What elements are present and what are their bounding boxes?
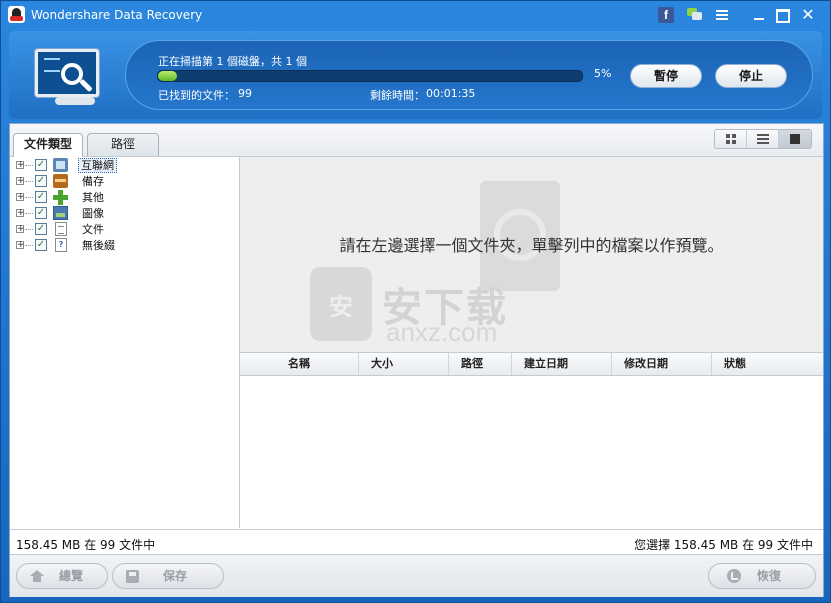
tree-item-label[interactable]: 其他: [80, 191, 106, 204]
pause-button[interactable]: 暫停: [630, 64, 702, 88]
app-window: Wondershare Data Recovery f ✕ 正在掃描第 1 個磁…: [0, 0, 831, 603]
checkbox[interactable]: ✓: [35, 207, 47, 219]
column-name[interactable]: 名稱: [240, 353, 359, 375]
column-size[interactable]: 大小: [359, 353, 449, 375]
home-icon: [30, 570, 44, 582]
expand-icon[interactable]: +: [16, 177, 25, 186]
tree-item-label[interactable]: 備存: [80, 175, 106, 188]
unknown-file-icon: ?: [55, 238, 67, 252]
stop-button[interactable]: 停止: [715, 64, 787, 88]
save-disk-icon: [126, 570, 139, 583]
progress-percent: 5%: [594, 67, 612, 80]
status-bar: 158.45 MB 在 99 文件中 您選擇 158.45 MB 在 99 文件…: [10, 529, 823, 554]
chat-icon[interactable]: [687, 7, 703, 23]
grid-view-button[interactable]: [715, 130, 747, 148]
status-selected: 您選擇 158.45 MB 在 99 文件中: [634, 538, 813, 552]
internet-icon: [53, 158, 68, 172]
checkbox[interactable]: ✓: [35, 191, 47, 203]
tree-item-other[interactable]: + ✓ 其他: [10, 190, 238, 206]
save-button[interactable]: 保存: [112, 563, 224, 589]
tree-item-no-extension[interactable]: + ✓ ? 無後綴: [10, 238, 238, 254]
tab-bar: 文件類型 路徑: [10, 124, 823, 157]
minimize-icon[interactable]: [751, 7, 767, 23]
title-bar: Wondershare Data Recovery f ✕: [1, 1, 830, 29]
tree-item-internet[interactable]: + ✓ 互聯網: [10, 158, 238, 174]
monitor-stand: [55, 97, 95, 105]
view-mode-group: [714, 129, 812, 149]
expand-icon[interactable]: +: [16, 225, 25, 234]
column-path[interactable]: 路徑: [449, 353, 512, 375]
checkbox[interactable]: ✓: [35, 175, 47, 187]
expand-icon[interactable]: +: [16, 161, 25, 170]
image-icon: [53, 206, 68, 220]
found-count: 99: [238, 87, 252, 100]
found-label: 已找到的文件：: [158, 89, 235, 102]
overview-button[interactable]: 總覽: [16, 563, 108, 589]
overview-label: 總覽: [59, 569, 84, 583]
scan-header: 正在掃描第 1 個磁盤，共 1 個 5% 已找到的文件： 99 剩餘時間： 00…: [9, 31, 822, 119]
checkbox[interactable]: ✓: [35, 239, 47, 251]
window-title: Wondershare Data Recovery: [31, 8, 203, 22]
scan-status: 正在掃描第 1 個磁盤，共 1 個: [158, 55, 307, 68]
watermark-logo: [310, 267, 372, 341]
main-content: 文件類型 路徑 + ✓ 互聯網 + ✓ 備存 + ✓ 其他 + ✓ 圖像 + ✓…: [9, 123, 824, 597]
file-table-header: 名稱 大小 路徑 建立日期 修改日期 狀態: [240, 353, 823, 376]
close-icon[interactable]: ✕: [800, 7, 816, 23]
list-view-icon: [757, 134, 769, 144]
expand-icon[interactable]: +: [16, 209, 25, 218]
column-modified[interactable]: 修改日期: [612, 353, 712, 375]
tab-paths[interactable]: 路徑: [87, 133, 159, 156]
progress-fill: [158, 71, 178, 81]
grid-view-icon: [726, 134, 736, 144]
expand-icon[interactable]: +: [16, 241, 25, 250]
recover-icon: [727, 569, 741, 583]
column-created[interactable]: 建立日期: [512, 353, 612, 375]
scan-panel: 正在掃描第 1 個磁盤，共 1 個 5% 已找到的文件： 99 剩餘時間： 00…: [125, 40, 813, 110]
recover-label: 恢復: [757, 569, 782, 583]
maximize-icon[interactable]: [774, 7, 790, 23]
preview-message: 請在左邊選擇一個文件夾，單擊列中的檔案以作預覽。: [339, 236, 724, 255]
preview-pane: 安下载 anxz.com 請在左邊選擇一個文件夾，單擊列中的檔案以作預覽。: [240, 157, 823, 353]
tree-item-label[interactable]: 互聯網: [78, 158, 117, 173]
tree-item-label[interactable]: 圖像: [80, 207, 106, 220]
document-icon: [55, 222, 67, 236]
tree-item-label[interactable]: 無後綴: [80, 239, 117, 252]
remaining-label: 剩餘時間：: [370, 89, 425, 102]
tree-item-archive[interactable]: + ✓ 備存: [10, 174, 238, 190]
tree-item-label[interactable]: 文件: [80, 223, 106, 236]
detail-view-button[interactable]: [779, 130, 811, 148]
checkbox[interactable]: ✓: [35, 223, 47, 235]
save-label: 保存: [163, 569, 188, 583]
facebook-icon[interactable]: f: [658, 7, 674, 23]
progress-bar: [157, 70, 583, 82]
list-view-button[interactable]: [747, 130, 779, 148]
archive-icon: [53, 174, 68, 188]
tree-item-image[interactable]: + ✓ 圖像: [10, 206, 238, 222]
watermark-subtext: anxz.com: [386, 317, 498, 347]
menu-icon[interactable]: [715, 7, 731, 23]
file-type-tree: + ✓ 互聯網 + ✓ 備存 + ✓ 其他 + ✓ 圖像 + ✓ 文件 + ✓ …: [10, 157, 240, 528]
tab-file-types[interactable]: 文件類型: [13, 133, 83, 157]
remaining-time: 00:01:35: [426, 87, 476, 100]
column-status[interactable]: 狀態: [712, 353, 823, 375]
detail-view-icon: [790, 134, 800, 144]
app-icon: [8, 6, 25, 23]
checkbox[interactable]: ✓: [35, 159, 47, 171]
recover-button[interactable]: 恢復: [708, 563, 816, 589]
puzzle-icon: [53, 190, 68, 205]
bottom-toolbar: 總覽 保存 恢復: [10, 554, 823, 597]
tree-item-document[interactable]: + ✓ 文件: [10, 222, 238, 238]
file-table-body[interactable]: [240, 376, 823, 528]
status-total: 158.45 MB 在 99 文件中: [16, 538, 156, 552]
expand-icon[interactable]: +: [16, 193, 25, 202]
